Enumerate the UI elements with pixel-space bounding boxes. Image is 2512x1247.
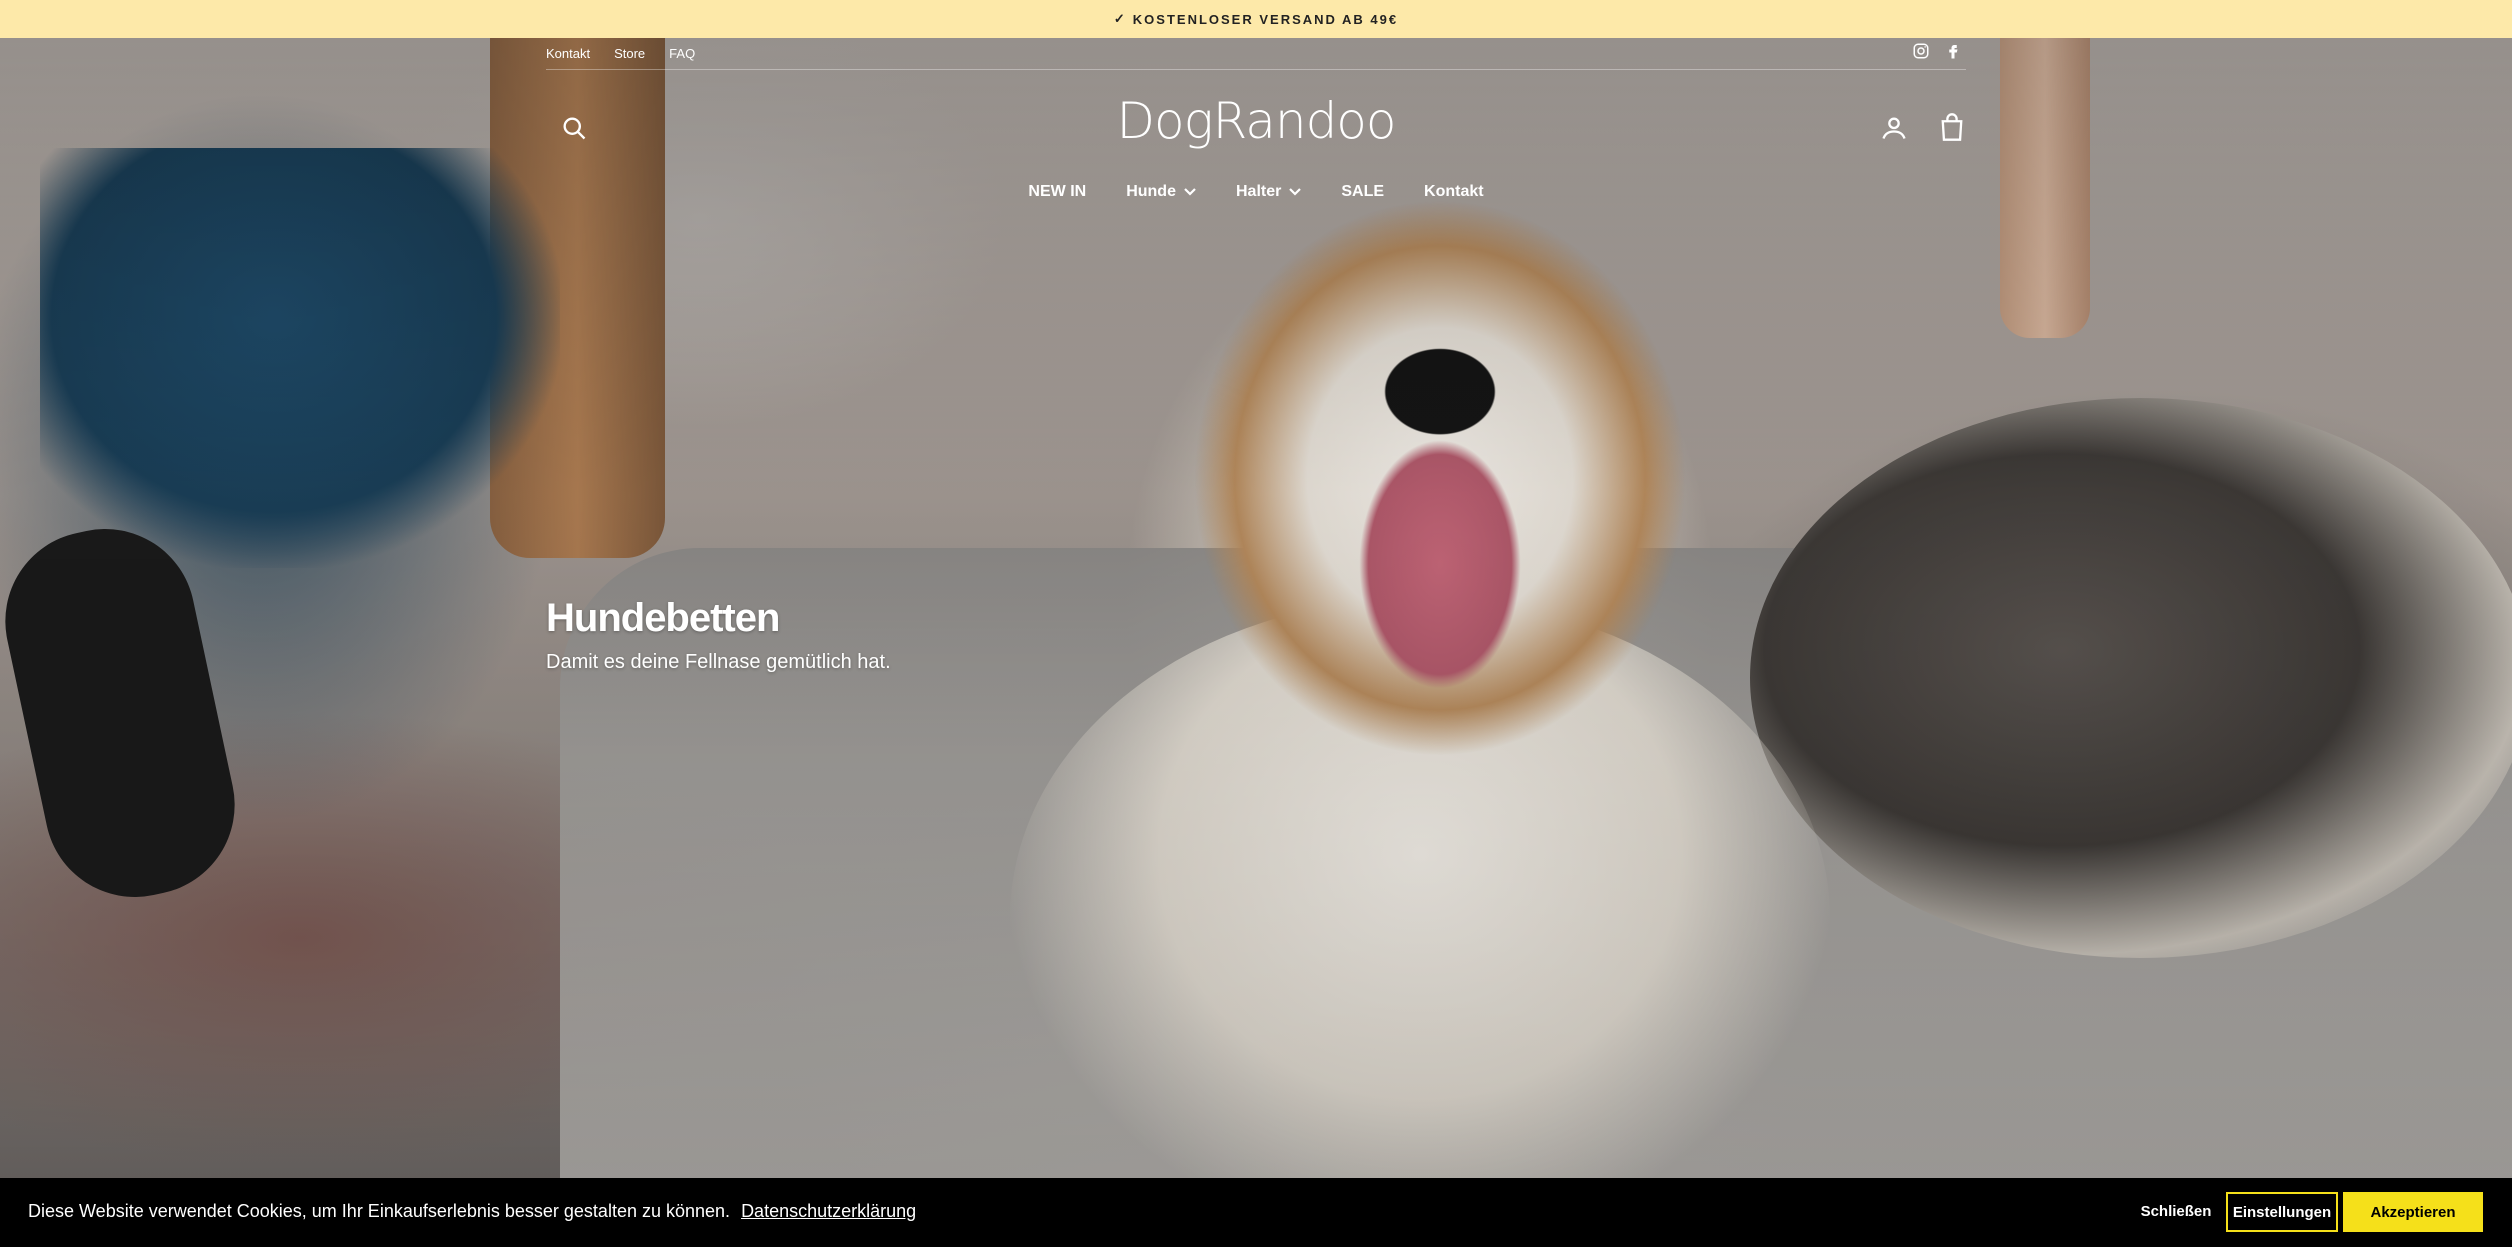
nav-item-new-in[interactable]: NEW IN	[1028, 183, 1086, 201]
header-divider	[546, 69, 1966, 70]
announcement-bar: ✓ KOSTENLOSER VERSAND AB 49€	[0, 0, 2512, 38]
utility-nav: Kontakt Store FAQ	[546, 46, 695, 61]
announcement-text: KOSTENLOSER VERSAND AB 49€	[1132, 11, 1399, 27]
chevron-down-icon	[1289, 188, 1302, 196]
nav-item-kontakt[interactable]: Kontakt	[1424, 183, 1484, 201]
cookie-message: Diese Website verwendet Cookies, um Ihr …	[28, 1201, 731, 1221]
site-logo[interactable]: DogRandoo	[1100, 92, 1412, 150]
hero-subtitle: Damit es deine Fellnase gemütlich hat.	[546, 651, 891, 673]
cart-icon[interactable]	[1938, 112, 1966, 142]
social-links	[1912, 42, 1962, 60]
utility-link-kontakt[interactable]: Kontakt	[546, 46, 590, 61]
nav-item-label: NEW IN	[1028, 183, 1087, 200]
cookie-accept-button[interactable]: Akzeptieren	[2343, 1192, 2483, 1232]
account-icon[interactable]	[1880, 114, 1908, 142]
cookie-banner: Diese Website verwendet Cookies, um Ihr …	[0, 1178, 2512, 1247]
nav-item-label: Kontakt	[1424, 183, 1484, 200]
cookie-close-button[interactable]: Schließen	[2126, 1192, 2226, 1230]
nav-item-label: Hunde	[1126, 183, 1176, 200]
instagram-icon[interactable]	[1912, 42, 1930, 60]
utility-link-faq[interactable]: FAQ	[669, 46, 695, 61]
nav-item-hunde[interactable]: Hunde	[1126, 183, 1196, 201]
search-icon[interactable]	[560, 114, 588, 142]
utility-link-store[interactable]: Store	[614, 46, 645, 61]
chevron-down-icon	[1184, 188, 1196, 196]
nav-item-halter[interactable]: Halter	[1235, 183, 1302, 201]
nav-item-sale[interactable]: SALE	[1341, 183, 1384, 201]
cookie-settings-button[interactable]: Einstellungen	[2226, 1192, 2338, 1232]
nav-item-label: SALE	[1341, 183, 1385, 200]
hero-title: Hundebetten	[546, 596, 780, 640]
privacy-policy-link[interactable]: Datenschutzerklärung	[741, 1201, 916, 1221]
facebook-icon[interactable]	[1944, 42, 1962, 60]
site-header: Kontakt Store FAQ DogRandoo NEW IN Hunde…	[0, 38, 2512, 218]
main-nav: NEW IN Hunde Halter SALE Kontakt	[0, 183, 2512, 201]
cookie-message-container: Diese Website verwendet Cookies, um Ihr …	[28, 1201, 916, 1222]
check-icon: ✓	[1113, 11, 1127, 26]
nav-item-label: Halter	[1235, 183, 1282, 200]
